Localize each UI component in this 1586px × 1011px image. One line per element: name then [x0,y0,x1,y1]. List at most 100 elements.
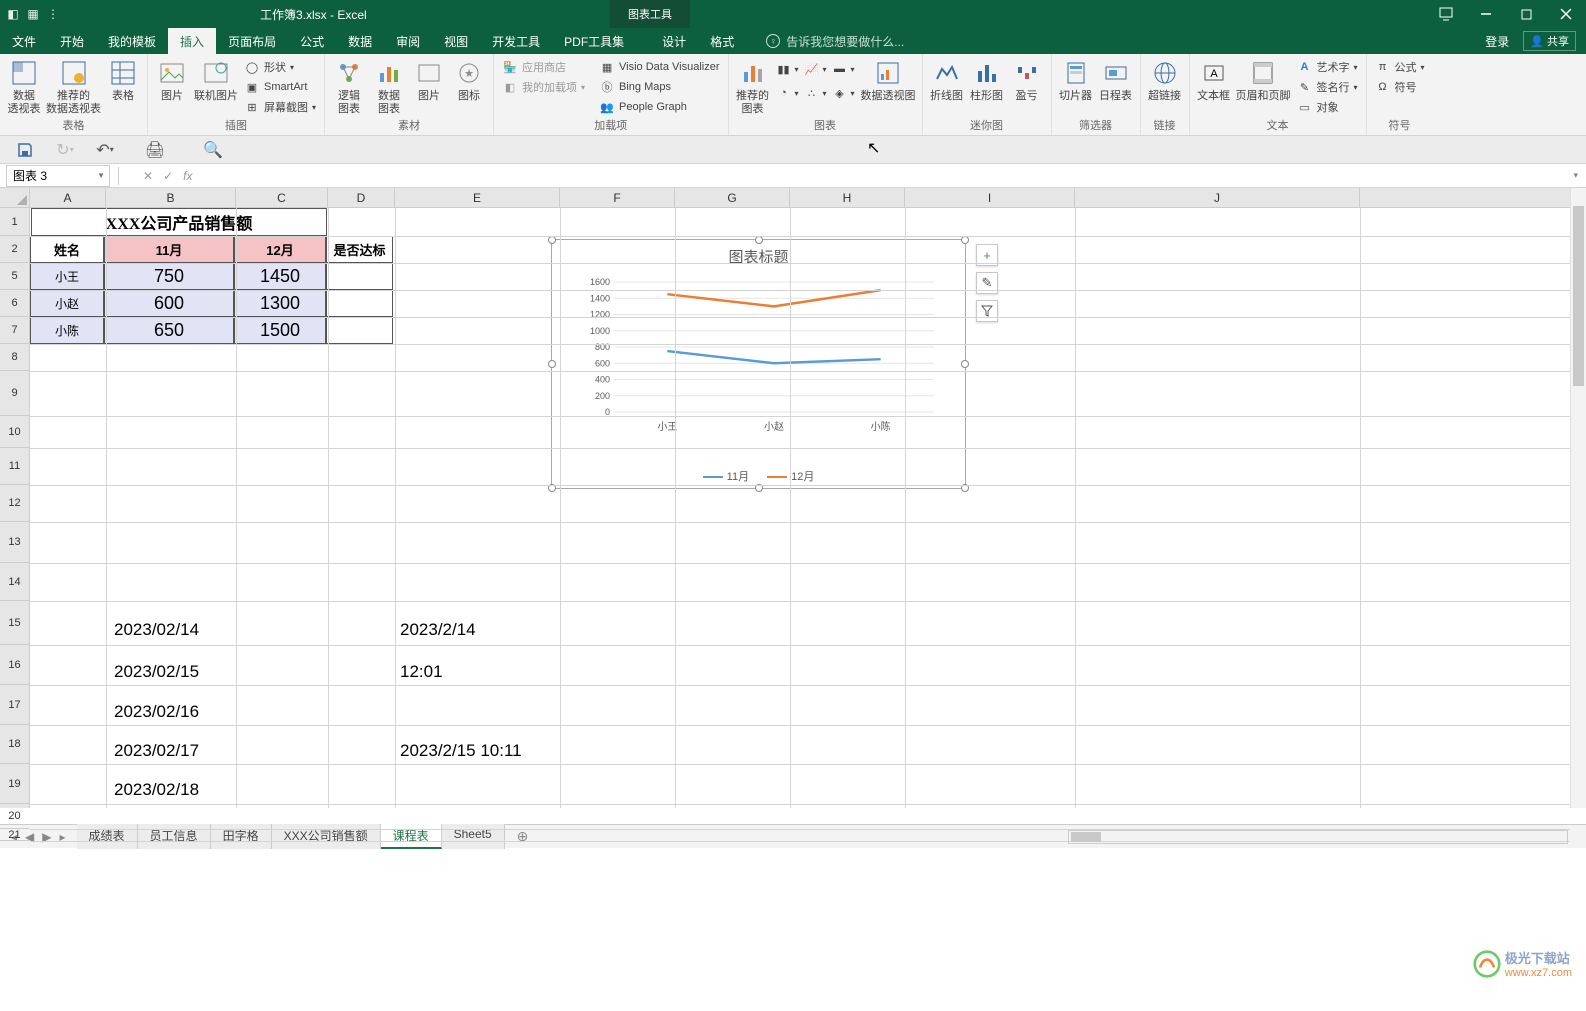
sheet-tab[interactable]: 成绩表 [77,824,138,849]
sheet-tab[interactable]: 课程表 [381,824,442,849]
menu-tab[interactable]: PDF工具集 [552,28,636,54]
chart-object[interactable]: 图表标题 02004006008001000120014001600小王小赵小陈… [551,239,966,489]
row-header[interactable]: 10 [0,416,29,448]
sparkline-winloss-button[interactable]: 盈亏 [1009,58,1045,103]
ribbon-options-icon[interactable] [1426,0,1466,28]
row-header[interactable]: 20 [0,804,29,829]
row-header[interactable]: 2 [0,236,29,263]
tell-me-search[interactable]: ♀ 告诉我您想要做什么... [766,28,904,54]
formula-input[interactable] [200,169,1573,183]
header-footer-button[interactable]: 页眉和页脚 [1236,58,1291,103]
name-box[interactable]: 图表 3▼ [6,165,110,187]
menu-tab[interactable]: 审阅 [384,28,432,54]
maximize-button[interactable] [1506,0,1546,28]
row-header[interactable]: 13 [0,522,29,563]
pictures-button[interactable]: 图片 [154,58,190,103]
chart-legend[interactable]: 11月 12月 [552,468,965,484]
sheet-tab[interactable]: Sheet5 [442,824,505,849]
menu-tab[interactable]: 公式 [288,28,336,54]
online-pictures-button[interactable]: 联机图片 [194,58,238,103]
smartart-button[interactable]: ▣SmartArt [242,78,318,96]
textbox-button[interactable]: A文本框 [1196,58,1232,103]
menu-tab[interactable]: 视图 [432,28,480,54]
chart-type-scatter[interactable]: ∴▾ [803,82,829,104]
table-button[interactable]: 表格 [105,58,141,103]
row-header[interactable]: 21 [0,829,29,841]
row-header[interactable]: 17 [0,685,29,725]
cell-b18[interactable]: 2023/02/17 [114,741,199,761]
col-header[interactable]: I [905,188,1075,207]
expand-formula-bar[interactable]: ▾ [1573,170,1586,181]
menu-tab[interactable]: 我的模板 [96,28,168,54]
row-header[interactable]: 7 [0,317,29,344]
save-button[interactable] [14,139,36,161]
menu-tab[interactable]: 数据 [336,28,384,54]
row-header[interactable]: 6 [0,290,29,317]
chart-filter-button[interactable] [976,300,998,322]
sheet-tab[interactable]: 田字格 [211,824,272,849]
menu-tab[interactable]: 开始 [48,28,96,54]
fx-button[interactable]: fx [183,169,192,183]
signature-button[interactable]: ✎签名行 ▾ [1295,78,1360,96]
wordart-button[interactable]: A艺术字 ▾ [1295,58,1360,76]
chart-type-hist[interactable]: ▬▾ [831,58,857,80]
slicer-button[interactable]: 切片器 [1058,58,1094,103]
col-header[interactable]: B [106,188,236,207]
minimize-button[interactable] [1466,0,1506,28]
cell-b15[interactable]: 2023/02/14 [114,620,199,640]
timeline-button[interactable]: 日程表 [1098,58,1134,103]
row-header[interactable]: 12 [0,485,29,522]
row-header[interactable]: 5 [0,263,29,290]
menu-tab[interactable]: 文件 [0,28,48,54]
cancel-formula-button[interactable]: ✕ [143,169,153,183]
cell-e15[interactable]: 2023/2/14 [400,620,476,640]
recommended-pivottable-button[interactable]: 推荐的 数据透视表 [46,58,101,116]
material-icon-button[interactable]: ★图标 [451,58,487,103]
share-button[interactable]: 👤 共享 [1523,31,1576,51]
object-button[interactable]: ▭对象 [1295,98,1360,116]
qat-preview-button[interactable]: 🔍 [202,139,224,161]
titlebar-icon[interactable]: ◧ [4,5,22,23]
cell-b17[interactable]: 2023/02/16 [114,702,199,722]
menu-tab[interactable]: 开发工具 [480,28,552,54]
menu-tab[interactable]: 页面布局 [216,28,288,54]
qat-print-button[interactable]: 🖨 [144,139,166,161]
row-header[interactable]: 14 [0,563,29,601]
cell-b19[interactable]: 2023/02/18 [114,780,199,800]
worksheet-grid[interactable]: ABCDEFGHIJ 12567891011121314151617181920… [0,188,1586,824]
data-chart-button[interactable]: 数据 图表 [371,58,407,116]
col-header[interactable]: C [236,188,328,207]
chevron-down-icon[interactable]: ▼ [97,171,109,180]
contextual-tab-design[interactable]: 设计 [650,28,698,54]
row-header[interactable]: 19 [0,764,29,804]
sheet-tab[interactable]: 员工信息 [138,824,211,849]
sparkline-line-button[interactable]: 折线图 [929,58,965,103]
material-pic-button[interactable]: 图片 [411,58,447,103]
symbol-button[interactable]: Ω符号 [1373,78,1427,96]
row-header[interactable]: 1 [0,208,29,236]
row-header[interactable]: 11 [0,448,29,485]
visio-visualizer-button[interactable]: ▦Visio Data Visualizer [597,58,721,76]
row-header[interactable]: 18 [0,725,29,764]
horizontal-scrollbar[interactable] [1068,830,1568,844]
close-button[interactable] [1546,0,1586,28]
col-header[interactable]: G [675,188,790,207]
pivottable-button[interactable]: 数据 透视表 [6,58,42,116]
row-header[interactable]: 9 [0,371,29,416]
chart-type-line[interactable]: 📈▾ [803,58,829,80]
chart-type-pie[interactable]: ◔▾ [775,82,801,104]
recommended-charts-button[interactable]: 推荐的 图表 [735,58,771,116]
col-header[interactable]: D [328,188,395,207]
vertical-scrollbar[interactable] [1570,188,1586,808]
col-header[interactable]: E [395,188,560,207]
bing-maps-button[interactable]: ⓑBing Maps [597,78,721,96]
hyperlink-button[interactable]: 超链接 [1147,58,1183,103]
chart-type-surface[interactable]: ◈▾ [831,82,857,104]
sign-in-link[interactable]: 登录 [1485,33,1509,50]
add-sheet-button[interactable]: ⊕ [505,828,541,845]
titlebar-icon[interactable]: ⋮ [44,5,62,23]
contextual-tab-format[interactable]: 格式 [698,28,746,54]
pivot-chart-button[interactable]: 数据透视图 [861,58,916,103]
shapes-button[interactable]: ◯形状 ▾ [242,58,318,76]
undo-button[interactable]: ↶ ▾ [94,139,116,161]
